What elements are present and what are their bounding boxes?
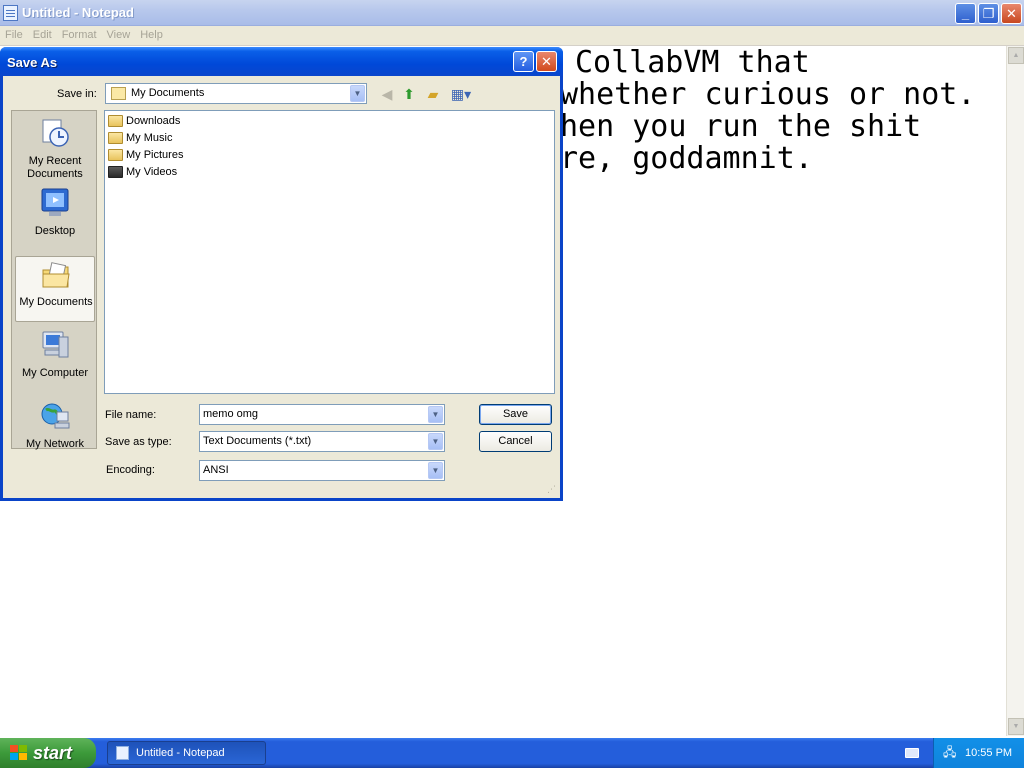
start-label: start — [33, 743, 73, 763]
text-line: whether curious or not. — [560, 77, 976, 112]
encoding-value: ANSI — [203, 464, 229, 476]
menu-edit[interactable]: Edit — [28, 26, 57, 44]
system-tray: 🖧 10:55 PM — [933, 738, 1024, 768]
list-item-label: My Pictures — [126, 149, 184, 161]
save-as-dialog: Save As ? ✕ Save in: My Documents ▼ ◀ ⬆ … — [0, 47, 563, 501]
maximize-button[interactable]: ❐ — [978, 3, 999, 24]
encoding-label: Encoding: — [106, 464, 155, 476]
taskbar: start Untitled - Notepad 🖧 10:55 PM — [0, 738, 1024, 768]
list-item-label: My Videos — [126, 166, 178, 178]
help-button[interactable]: ? — [513, 51, 534, 72]
save-button[interactable]: Save — [479, 404, 552, 425]
my-computer-icon — [42, 331, 69, 358]
menu-view[interactable]: View — [102, 26, 136, 44]
up-one-level-icon[interactable]: ⬆ — [400, 85, 418, 103]
text-line: re, goddamnit. — [560, 141, 813, 176]
folder-icon — [108, 115, 123, 127]
my-documents-folder-icon — [42, 262, 70, 288]
resize-grip-icon[interactable]: ⋰ — [547, 484, 559, 496]
text-line: CollabVM that — [575, 45, 810, 80]
place-my-recent-documents[interactable]: My Recent Documents — [15, 115, 95, 181]
notepad-window-title: Untitled - Notepad — [22, 5, 134, 20]
new-folder-icon[interactable]: ▰ — [424, 85, 442, 103]
vertical-scrollbar[interactable]: ▲ ▼ — [1006, 46, 1024, 736]
recent-documents-icon — [42, 119, 69, 147]
dialog-title: Save As — [7, 55, 58, 70]
place-label: My Recent Documents — [27, 155, 83, 180]
desktop-icon — [41, 188, 69, 216]
pictures-folder-icon — [108, 149, 123, 161]
place-label: Desktop — [34, 225, 76, 237]
place-desktop[interactable]: Desktop — [15, 185, 95, 251]
notepad-icon — [3, 5, 18, 21]
dialog-close-button[interactable]: ✕ — [536, 51, 557, 72]
chevron-down-icon[interactable]: ▼ — [428, 433, 443, 450]
save-in-value: My Documents — [131, 87, 205, 99]
chevron-down-icon[interactable]: ▼ — [428, 406, 443, 423]
notepad-menu-bar: File Edit Format View Help — [0, 26, 1024, 46]
list-item-label: My Music — [126, 132, 173, 144]
file-name-value: memo omg — [203, 408, 259, 420]
place-my-computer[interactable]: My Computer — [15, 327, 95, 393]
minimize-button[interactable]: _ — [955, 3, 976, 24]
views-menu-icon[interactable]: ▦▾ — [449, 85, 473, 103]
chevron-down-icon[interactable]: ▼ — [428, 462, 443, 479]
file-name-label: File name: — [105, 409, 157, 421]
save-in-label: Save in: — [57, 88, 97, 100]
cancel-button[interactable]: Cancel — [479, 431, 552, 452]
my-network-icon — [41, 403, 70, 429]
clock[interactable]: 10:55 PM — [965, 747, 1012, 759]
start-button[interactable]: start — [0, 738, 96, 768]
my-documents-icon — [111, 87, 126, 100]
list-item-label: Downloads — [126, 115, 181, 127]
scroll-up-icon[interactable]: ▲ — [1008, 47, 1024, 64]
notepad-icon — [116, 746, 129, 760]
windows-logo-icon — [10, 745, 27, 761]
place-label: My Computer — [21, 367, 89, 379]
save-as-type-label: Save as type: — [105, 436, 172, 448]
text-line: hen you run the shit — [560, 109, 922, 144]
scroll-down-icon[interactable]: ▼ — [1008, 718, 1024, 735]
save-in-dropdown[interactable]: My Documents ▼ — [105, 83, 367, 104]
place-my-documents[interactable]: My Documents — [15, 256, 95, 322]
notepad-title-bar[interactable]: Untitled - Notepad _ ❐ ✕ — [0, 0, 1024, 26]
menu-file[interactable]: File — [0, 26, 28, 44]
chevron-down-icon[interactable]: ▼ — [350, 85, 365, 102]
encoding-dropdown[interactable]: ANSI ▼ — [199, 460, 445, 481]
back-icon[interactable]: ◀ — [378, 85, 396, 103]
network-status-icon[interactable]: 🖧 — [943, 746, 957, 759]
places-bar: My Recent Documents Desktop My Documents — [11, 110, 97, 450]
place-label: My Documents — [19, 296, 93, 308]
file-name-field[interactable]: memo omg ▼ — [199, 404, 445, 425]
menu-format[interactable]: Format — [57, 26, 102, 44]
taskbar-item-label: Untitled - Notepad — [136, 747, 225, 759]
taskbar-item-notepad[interactable]: Untitled - Notepad — [107, 741, 266, 765]
menu-help[interactable]: Help — [135, 26, 168, 44]
save-as-type-dropdown[interactable]: Text Documents (*.txt) ▼ — [199, 431, 445, 452]
place-label: My Network — [25, 438, 85, 450]
save-as-type-value: Text Documents (*.txt) — [203, 435, 312, 447]
music-folder-icon — [108, 132, 123, 144]
videos-folder-icon — [108, 166, 123, 178]
place-my-network[interactable]: My Network — [15, 398, 95, 464]
keyboard-icon[interactable] — [905, 748, 919, 758]
dialog-title-bar[interactable]: Save As ? ✕ — [0, 47, 563, 76]
file-list[interactable]: Downloads My Music My Pictures My Videos — [104, 110, 555, 394]
close-button[interactable]: ✕ — [1001, 3, 1022, 24]
